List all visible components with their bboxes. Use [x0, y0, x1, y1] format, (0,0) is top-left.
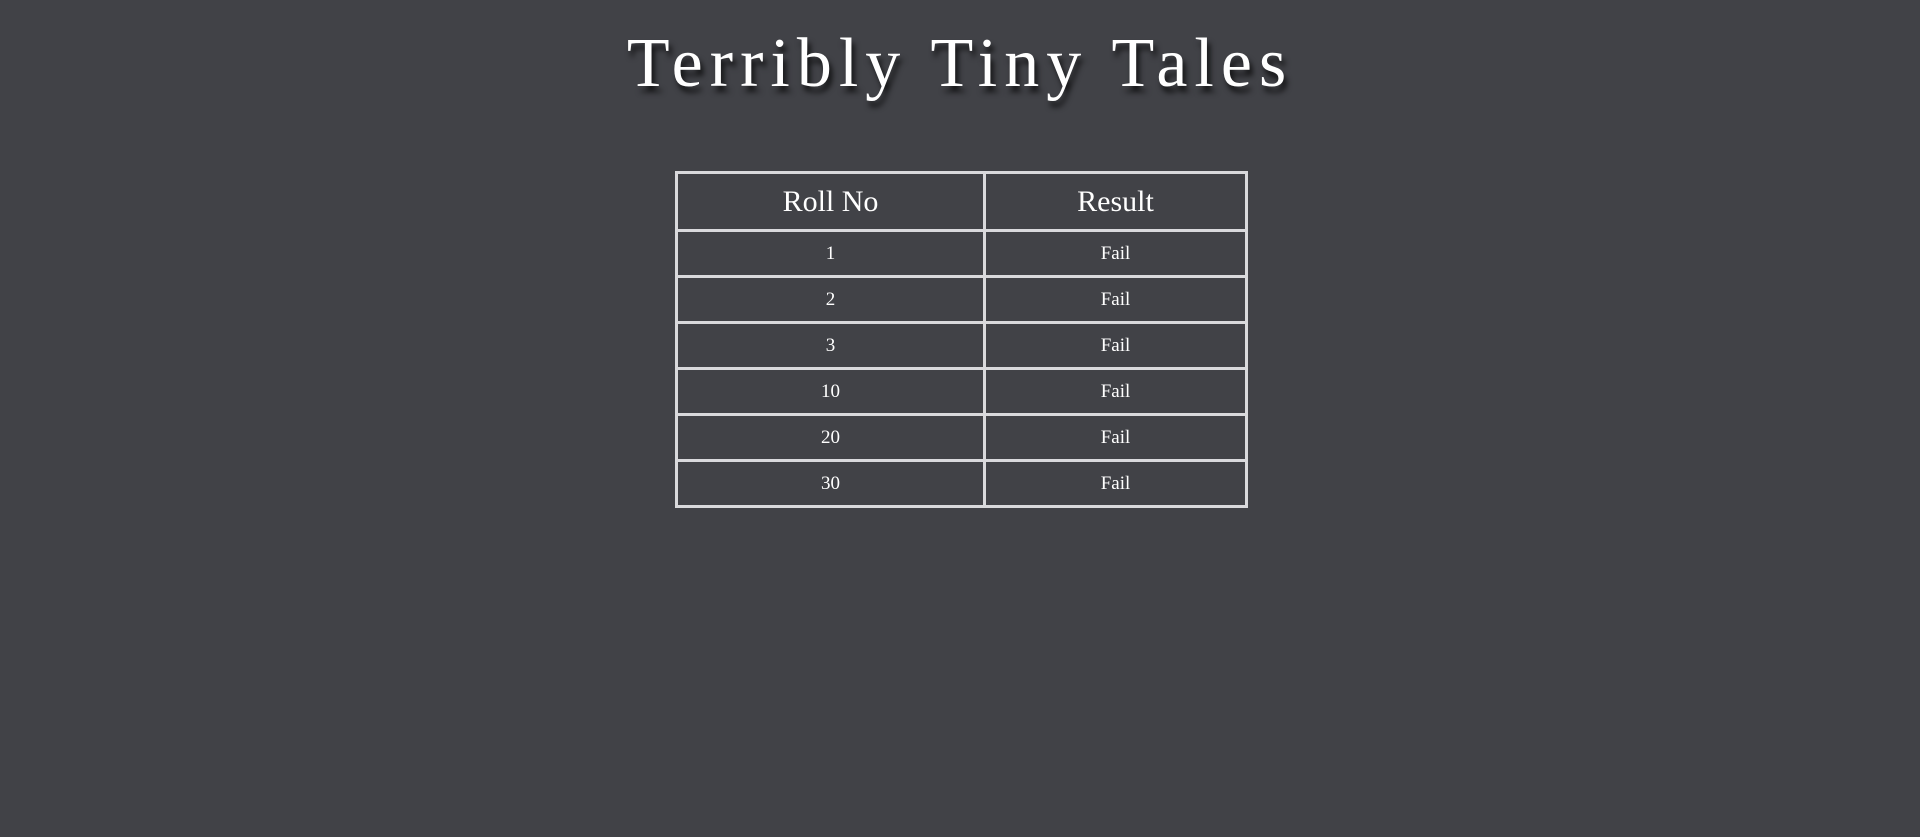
roll-no-cell: 1 — [675, 229, 986, 278]
table-body: 1 Fail 2 Fail 3 Fail 10 Fail 20 Fail 30 … — [675, 229, 1248, 508]
result-cell: Fail — [983, 459, 1248, 508]
page: Terribly Tiny Tales Roll No Result 1 Fai… — [0, 0, 1920, 837]
roll-no-cell: 30 — [675, 459, 986, 508]
table-row: 3 Fail — [675, 321, 1248, 370]
roll-no-cell: 20 — [675, 413, 986, 462]
results-table: Roll No Result 1 Fail 2 Fail 3 Fail 10 F… — [675, 171, 1248, 508]
roll-no-cell: 10 — [675, 367, 986, 416]
result-cell: Fail — [983, 229, 1248, 278]
table-header: Roll No Result — [675, 171, 1248, 232]
table-row: 10 Fail — [675, 367, 1248, 416]
result-cell: Fail — [983, 367, 1248, 416]
column-header-roll-no: Roll No — [675, 171, 986, 232]
table-row: 1 Fail — [675, 229, 1248, 278]
column-header-result: Result — [983, 171, 1248, 232]
table-row: 20 Fail — [675, 413, 1248, 462]
roll-no-cell: 3 — [675, 321, 986, 370]
result-cell: Fail — [983, 321, 1248, 370]
page-title: Terribly Tiny Tales — [626, 25, 1294, 102]
table-row: 30 Fail — [675, 459, 1248, 508]
table-header-row: Roll No Result — [675, 171, 1248, 232]
result-cell: Fail — [983, 413, 1248, 462]
roll-no-cell: 2 — [675, 275, 986, 324]
table-row: 2 Fail — [675, 275, 1248, 324]
result-cell: Fail — [983, 275, 1248, 324]
